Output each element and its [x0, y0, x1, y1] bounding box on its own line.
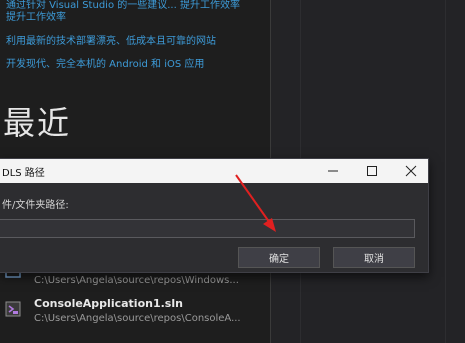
- annotation-arrow-icon: [235, 174, 276, 232]
